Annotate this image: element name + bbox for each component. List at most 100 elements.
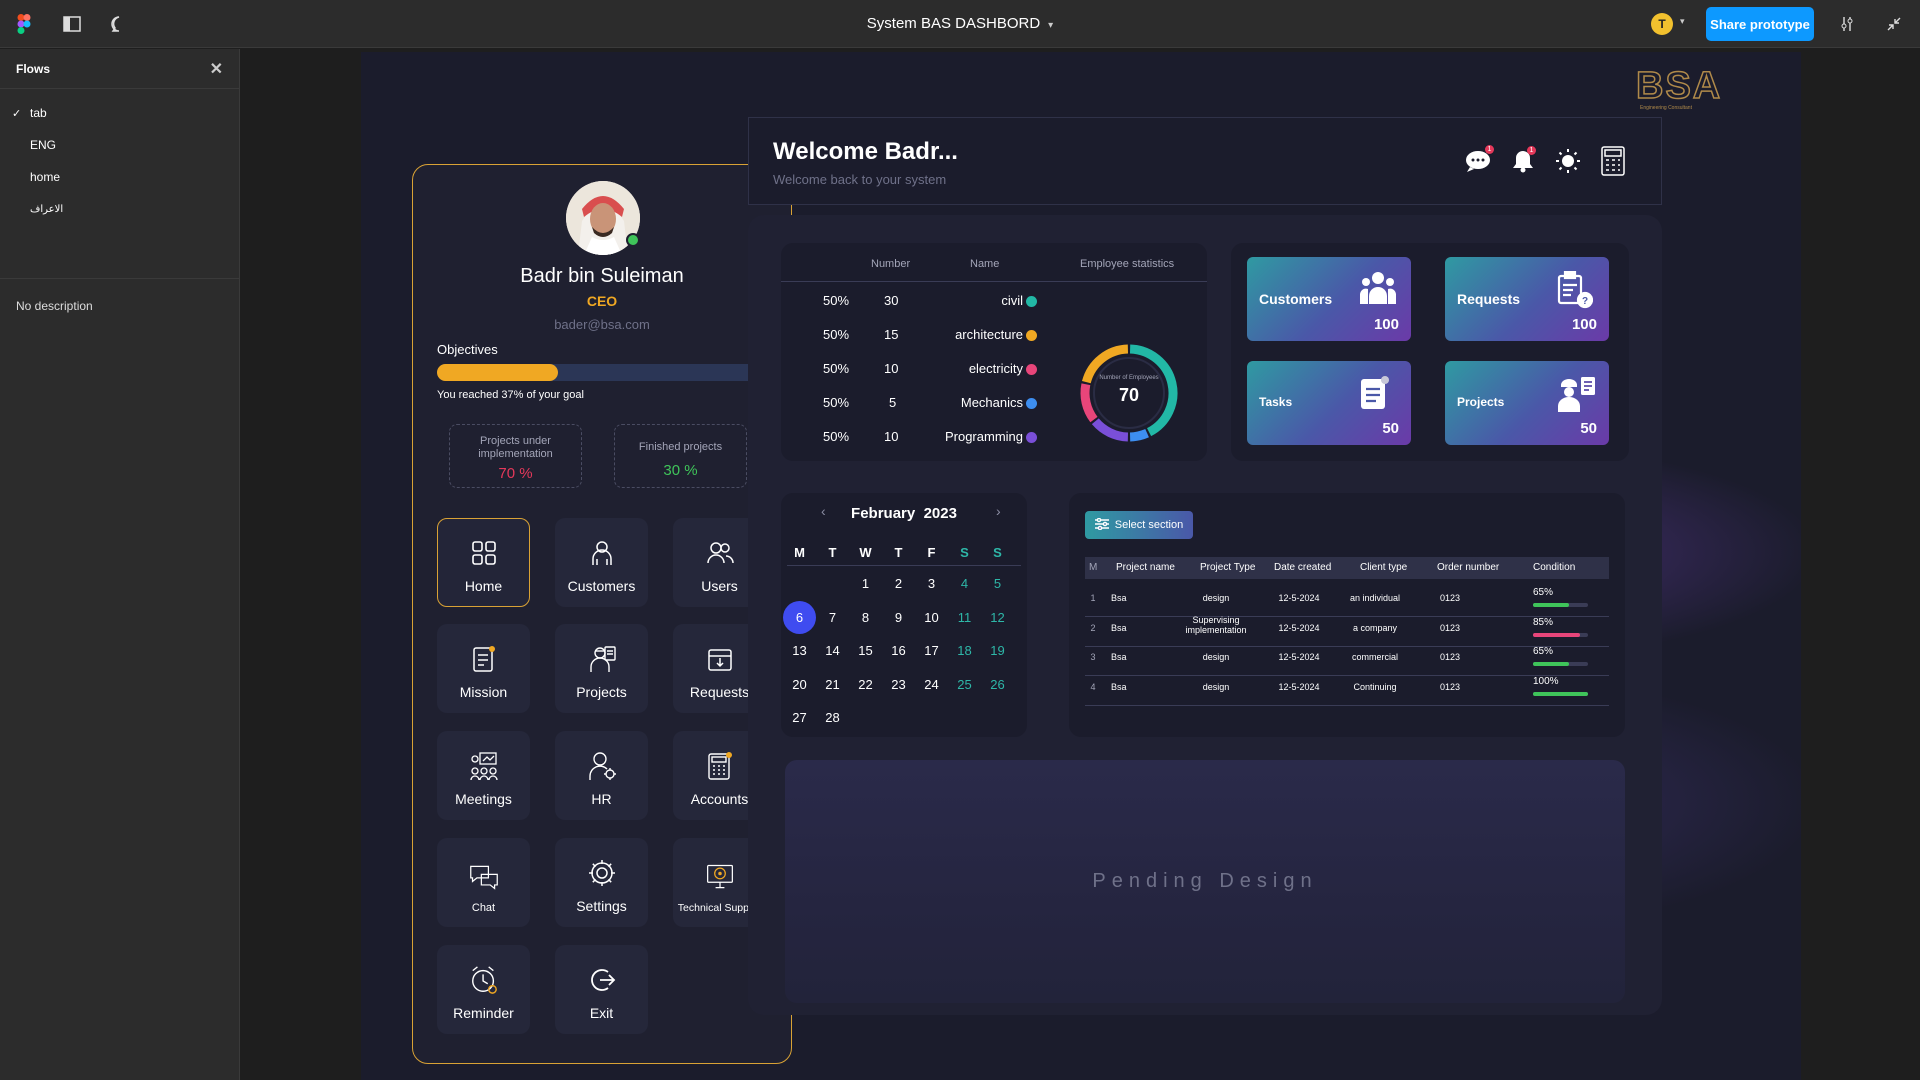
calendar-day[interactable]: 13: [783, 634, 816, 667]
objectives-note: You reached 37% of your goal: [437, 389, 584, 401]
calendar-day[interactable]: 26: [981, 668, 1014, 701]
bsa-logo: BSA Engineering Consultant: [1632, 64, 1742, 112]
profile-email: bader@bsa.com: [554, 317, 650, 332]
menu-projects[interactable]: Projects: [555, 624, 648, 713]
calendar-day[interactable]: 15: [849, 634, 882, 667]
calendar-day[interactable]: 5: [981, 567, 1014, 600]
calendar-day[interactable]: 16: [882, 634, 915, 667]
flow-item[interactable]: الاعراف: [0, 193, 239, 225]
settings-sliders-icon[interactable]: [1835, 12, 1859, 36]
condition-progress-fill: [1533, 603, 1569, 607]
th-project-name: Project name: [1116, 562, 1175, 573]
calendar-day[interactable]: 17: [915, 634, 948, 667]
calendar-day[interactable]: 9: [882, 601, 915, 634]
calendar-weekday: S: [993, 545, 1002, 560]
share-prototype-button[interactable]: Share prototype: [1706, 7, 1814, 41]
kpi-requests[interactable]: Requests ? 100: [1445, 257, 1609, 341]
grid-icon: [469, 538, 499, 568]
user-avatar[interactable]: T: [1651, 13, 1673, 35]
flow-description: No description: [16, 299, 93, 313]
sun-icon[interactable]: [1553, 146, 1583, 176]
calendar-weekday: S: [960, 545, 969, 560]
users-icon: [705, 538, 735, 568]
calendar-day[interactable]: 25: [948, 668, 981, 701]
select-section-label: Select section: [1114, 519, 1184, 531]
employee-row: 50% 10 electricity: [781, 361, 1041, 381]
calendar-day[interactable]: 7: [816, 601, 849, 634]
menu-reminder[interactable]: Reminder: [437, 945, 530, 1034]
calendar-day[interactable]: 10: [915, 601, 948, 634]
flow-item[interactable]: home: [0, 161, 239, 193]
kpi-projects[interactable]: Projects 50: [1445, 361, 1609, 445]
calendar-day[interactable]: 24: [915, 668, 948, 701]
calendar-day[interactable]: 2: [882, 567, 915, 600]
calendar-day[interactable]: 12: [981, 601, 1014, 634]
donut-value: 70: [1118, 385, 1140, 405]
cell-type: design: [1202, 652, 1230, 662]
column-header-stats: Employee statistics: [1080, 258, 1175, 270]
calculator-icon: [705, 751, 735, 781]
collapse-icon[interactable]: [1882, 12, 1906, 36]
employee-department: Mechanics: [960, 395, 1023, 410]
flow-item-label: ENG: [30, 138, 57, 152]
calendar-year: 2023: [923, 505, 957, 522]
employee-department: electricity: [968, 361, 1023, 376]
condition-progress-bar: [1533, 691, 1588, 696]
kpi-tasks[interactable]: Tasks 50: [1247, 361, 1411, 445]
condition-percent: 100%: [1533, 675, 1559, 687]
th-condition: Condition: [1533, 562, 1576, 573]
mission-icon: [469, 644, 499, 674]
chat-badge: 1: [1485, 145, 1494, 154]
file-title[interactable]: System BAS DASHBORD ▾: [0, 15, 1920, 32]
th-order-number: Order number: [1437, 562, 1500, 573]
menu-chat[interactable]: Chat: [437, 838, 530, 927]
calendar-day[interactable]: 21: [816, 668, 849, 701]
table-row[interactable]: 4 Bsa design 12-5-2024 Continuing 0123 100%: [1085, 670, 1609, 706]
calendar-day[interactable]: 4: [948, 567, 981, 600]
chat-notifications-icon[interactable]: 1: [1463, 145, 1494, 176]
donut-slice-mechanics: [1129, 428, 1149, 442]
menu-meetings[interactable]: Meetings: [437, 731, 530, 820]
menu-label: Exit: [589, 1005, 614, 1021]
chevron-down-icon[interactable]: ▾: [1680, 16, 1685, 27]
menu-customers[interactable]: Customers: [555, 518, 648, 607]
select-section-button[interactable]: Select section: [1085, 511, 1193, 539]
calendar-day[interactable]: 1: [849, 567, 882, 600]
calendar-day[interactable]: 14: [816, 634, 849, 667]
menu-settings[interactable]: Settings: [555, 838, 648, 927]
calendar-day[interactable]: 6: [783, 600, 816, 634]
projects-table-card: Select section M Project name Project Ty…: [1069, 493, 1625, 737]
calendar-day[interactable]: 8: [849, 601, 882, 634]
kpi-customers[interactable]: Customers 100: [1247, 257, 1411, 341]
department-color-dot: [1026, 364, 1037, 375]
stat-value: 70 %: [498, 465, 533, 482]
flow-item[interactable]: ✓ tab: [0, 97, 239, 129]
department-color-dot: [1026, 330, 1037, 341]
flow-item[interactable]: ENG: [0, 129, 239, 161]
menu-exit[interactable]: Exit: [555, 945, 648, 1034]
chat-icon: [469, 862, 499, 892]
calendar-day[interactable]: 22: [849, 668, 882, 701]
projects-icon: [587, 644, 617, 674]
chevron-right-icon[interactable]: ›: [996, 503, 1001, 519]
menu-mission[interactable]: Mission: [437, 624, 530, 713]
calendar-day[interactable]: 27: [783, 701, 816, 734]
dashboard-frame: BSA Engineering Consultant Badr bin Sule…: [361, 52, 1801, 1080]
close-icon[interactable]: ✕: [210, 59, 223, 79]
calendar-day[interactable]: 20: [783, 668, 816, 701]
welcome-title: Welcome Badr...: [773, 138, 958, 165]
menu-hr[interactable]: HR: [555, 731, 648, 820]
calendar-day[interactable]: 23: [882, 668, 915, 701]
calendar-day[interactable]: 11: [948, 601, 981, 634]
employee-number: 10: [884, 361, 899, 376]
stat-finished-projects: Finished projects 30 %: [614, 424, 747, 488]
calculator-icon[interactable]: [1598, 146, 1628, 176]
calendar-day[interactable]: 19: [981, 634, 1014, 667]
menu-home[interactable]: Home: [437, 518, 530, 607]
calendar-day[interactable]: 3: [915, 567, 948, 600]
cell-name: Bsa: [1111, 622, 1127, 633]
bell-icon[interactable]: 1: [1508, 146, 1538, 176]
calendar-day[interactable]: 18: [948, 634, 981, 667]
customers-icon: [1359, 271, 1397, 309]
calendar-day[interactable]: 28: [816, 701, 849, 734]
